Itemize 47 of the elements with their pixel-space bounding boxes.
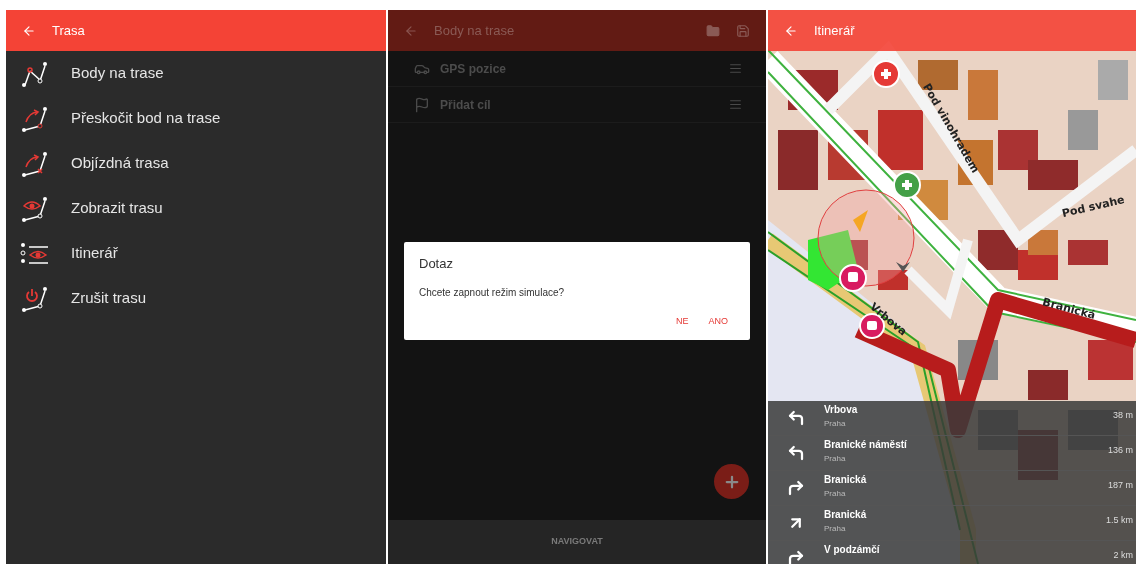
itinerary-step[interactable]: Vrbova Praha 38 m (768, 401, 1136, 436)
dialog-button[interactable]: NE (670, 312, 694, 330)
itinerary-step[interactable]: Branické náměstí Praha 136 m (768, 436, 1136, 471)
dialog-button[interactable]: ANO (703, 312, 733, 330)
menu-item[interactable]: Zrušit trasu (6, 276, 386, 321)
menu-item[interactable]: Přeskočit bod na trase (6, 96, 386, 141)
back-icon[interactable] (22, 23, 36, 38)
drag-handle-icon[interactable] (729, 62, 742, 75)
step-street: Branická (824, 508, 868, 522)
menu-item[interactable]: Zobrazit trasu (6, 186, 386, 231)
itinerary-step[interactable]: V podzámčí 2 km (768, 541, 1136, 564)
street-label: Pod svahe (1060, 193, 1126, 221)
step-distance: 136 m (1108, 444, 1133, 457)
screen-title: Body na trase (434, 21, 515, 40)
step-city: Praha (824, 453, 847, 465)
navigate-button[interactable]: NAVIGOVAT (551, 535, 603, 549)
step-street: Branická (824, 473, 868, 487)
dialog-title: Dotaz (419, 255, 454, 273)
turn-right-icon (787, 549, 805, 564)
step-distance: 1.5 km (1106, 514, 1133, 527)
step-street: Branické náměstí (824, 438, 908, 452)
folder-icon[interactable] (706, 23, 720, 38)
menu-item[interactable]: Body na trase (6, 51, 386, 96)
step-city: Praha (824, 523, 847, 535)
dialog-message: Chcete zapnout režim simulace? (419, 285, 566, 300)
step-distance: 38 m (1113, 409, 1133, 422)
step-street: V podzámčí (824, 543, 881, 557)
step-city: Praha (824, 488, 847, 500)
screen-title: Trasa (52, 21, 85, 40)
turn-right-icon (787, 479, 805, 497)
step-street: Vrbova (824, 403, 859, 417)
drag-handle-icon[interactable] (729, 98, 742, 111)
add-fab[interactable] (714, 464, 749, 499)
back-icon[interactable] (784, 23, 798, 38)
step-distance: 2 km (1113, 549, 1133, 562)
step-distance: 187 m (1108, 479, 1133, 492)
menu-item[interactable]: Itinerář (6, 231, 386, 276)
menu-item[interactable]: Objízdná trasa (6, 141, 386, 186)
turn-left-icon (787, 409, 805, 427)
itinerary-step[interactable]: Branická Praha 187 m (768, 471, 1136, 506)
screen-title: Itinerář (814, 21, 855, 40)
step-city: Praha (824, 418, 847, 430)
flag-icon (414, 96, 430, 113)
turn-left-icon (787, 444, 805, 462)
back-icon[interactable] (404, 23, 418, 38)
itinerary-step[interactable]: Branická Praha 1.5 km (768, 506, 1136, 541)
save-icon[interactable] (736, 23, 750, 38)
